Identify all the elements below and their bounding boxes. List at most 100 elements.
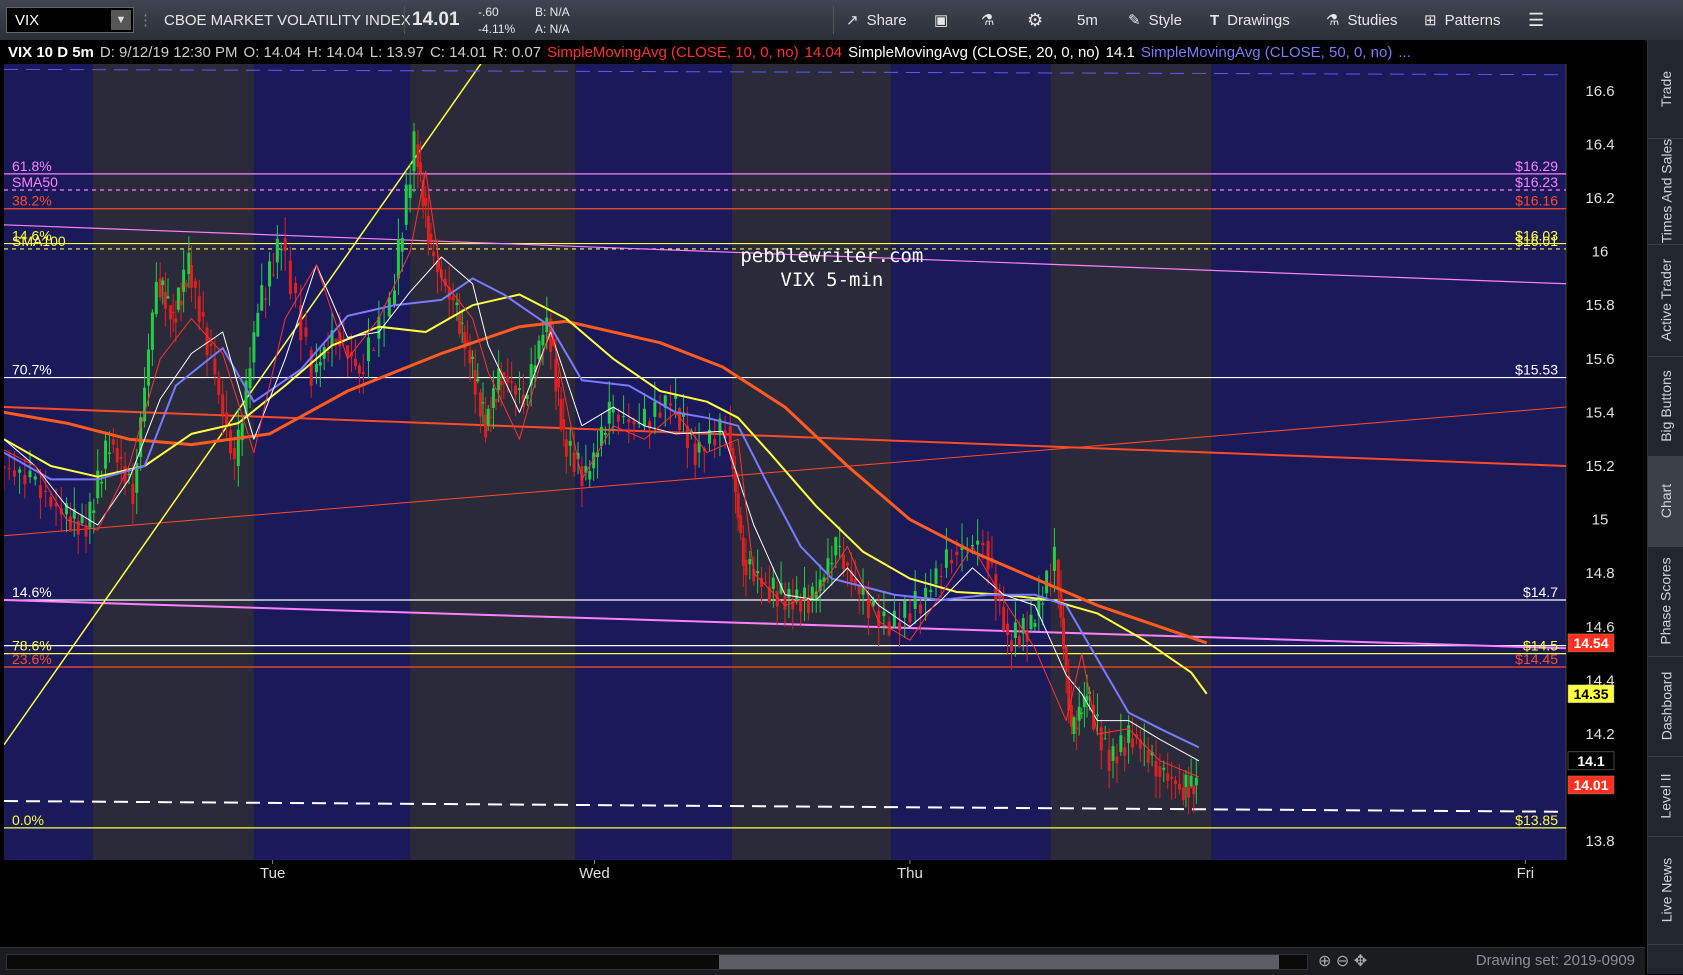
candle-body: [1192, 785, 1196, 795]
watermark-line-2: VIX 5-min: [780, 269, 883, 291]
candle-body: [537, 340, 541, 359]
level-label-right: $13.85: [1515, 812, 1558, 828]
sidebar-tab-label: Level II: [1658, 773, 1675, 819]
y-tick-label: 15.8: [1585, 297, 1614, 314]
symbol-select[interactable]: VIX ▼: [6, 7, 134, 33]
share-button[interactable]: ↗ Share: [846, 0, 907, 40]
candle-body: [1107, 749, 1111, 771]
studies-button[interactable]: ⚗ Studies: [1326, 0, 1398, 40]
bar-low: L: 13.97: [369, 43, 424, 61]
candle-body: [184, 282, 188, 287]
candle-body: [158, 278, 162, 298]
sma20-label[interactable]: SimpleMovingAvg (CLOSE, 20, 0, no): [848, 44, 1100, 61]
sidebar-tab-trade[interactable]: Trade: [1648, 40, 1683, 139]
price-tag-label: 14.01: [1573, 777, 1608, 793]
patterns-icon: ⊞: [1424, 12, 1437, 29]
candle-body: [426, 215, 430, 245]
sidebar-tab-phase-scores[interactable]: Phase Scores: [1648, 546, 1683, 657]
candle-body: [572, 452, 576, 472]
candle-body: [217, 376, 221, 395]
candle-body: [842, 554, 846, 570]
candle-body: [1075, 727, 1079, 730]
candle-body: [934, 568, 938, 584]
timeframe-button[interactable]: 5m: [1077, 0, 1098, 40]
sidebar-tab-live-news[interactable]: Live News: [1648, 836, 1683, 945]
candle-body: [264, 298, 268, 300]
candle-body: [622, 416, 626, 418]
level-label-left: 23.6%: [12, 651, 52, 667]
gear-icon[interactable]: ⚙: [1027, 0, 1043, 40]
y-tick-label: 14.8: [1585, 565, 1614, 582]
candle-body: [787, 589, 791, 598]
sma10-value: 14.04: [804, 43, 843, 61]
candle-body: [471, 356, 475, 359]
sma10-label[interactable]: SimpleMovingAvg (CLOSE, 10, 0, no): [547, 44, 799, 61]
candle-body: [806, 600, 810, 614]
candle-body: [976, 540, 980, 545]
price-chart[interactable]: 61.8% $16.29 SMA50 $16.23 38.2% $16.16 14.6% $1…: [0, 64, 1645, 947]
zoom-tools[interactable]: ⊕ ⊖ ✥: [1318, 951, 1367, 971]
link-icon[interactable]: ⋮: [138, 0, 153, 40]
candle-body: [228, 430, 232, 454]
candle-body: [476, 378, 480, 382]
candle-body: [1103, 738, 1107, 740]
level-label-right: $14.45: [1515, 651, 1558, 667]
chevron-down-icon[interactable]: ▼: [111, 10, 131, 30]
candle-body: [182, 269, 186, 292]
candle-body: [799, 600, 803, 612]
drawing-set-label: Drawing set: 2019-0909: [1475, 952, 1635, 969]
candle-body: [372, 349, 376, 351]
sidebar-tab-dashboard[interactable]: Dashboard: [1648, 656, 1683, 757]
chart-scrollbar[interactable]: [6, 954, 1308, 970]
style-button[interactable]: ✎ Style: [1128, 0, 1182, 40]
candle-body: [739, 515, 743, 534]
sma50-label[interactable]: SimpleMovingAvg (CLOSE, 50, 0, no): [1141, 44, 1393, 61]
candle-body: [451, 296, 455, 301]
candle-body: [12, 470, 16, 477]
sidebar-tab-times-and-sales[interactable]: Times And Sales: [1648, 138, 1683, 245]
y-tick-label: 15: [1592, 512, 1609, 529]
candle-body: [221, 394, 225, 414]
sidebar-tab-label: Dashboard: [1658, 671, 1674, 741]
candle-body: [166, 296, 170, 299]
candle-body: [1064, 646, 1068, 672]
candle-body: [568, 440, 572, 446]
candle-body: [845, 562, 849, 566]
candle-body: [541, 334, 545, 346]
candle-body: [326, 352, 330, 354]
candle-body: [1131, 738, 1135, 748]
candle-body: [741, 537, 745, 566]
sidebar-tab-chart[interactable]: Chart: [1648, 456, 1683, 547]
session-band: [1050, 64, 1212, 860]
candle-body: [460, 322, 464, 324]
text-tool-icon: T: [1210, 11, 1220, 29]
candle-body: [1095, 714, 1099, 717]
candle-body: [146, 349, 150, 386]
candle-body: [432, 251, 436, 257]
sidebar-tab-level-ii[interactable]: Level II: [1648, 756, 1683, 837]
candle-body: [632, 421, 636, 425]
candle-body: [981, 542, 985, 546]
flask-icon[interactable]: ⚗: [981, 0, 994, 40]
candle-body: [419, 162, 423, 174]
patterns-button[interactable]: ⊞ Patterns: [1424, 0, 1500, 40]
candle-body: [1146, 750, 1150, 763]
y-tick-label: 16.6: [1585, 83, 1614, 100]
sidebar-tab-active-trader[interactable]: Active Trader: [1648, 244, 1683, 357]
level-label-right: $16.29: [1515, 158, 1558, 174]
candle-body: [1041, 603, 1045, 605]
candle-body: [68, 516, 72, 532]
candle-body: [1009, 640, 1013, 651]
drawings-button[interactable]: T Drawings: [1210, 0, 1290, 40]
sidebar-tab-label: Times And Sales: [1658, 138, 1674, 244]
snapshot-icon[interactable]: ▣: [934, 0, 948, 40]
candle-body: [736, 492, 740, 518]
scrollbar-thumb[interactable]: [719, 955, 1279, 969]
candle-body: [783, 595, 787, 610]
candle-body: [33, 476, 37, 480]
bar-high: H: 14.04: [307, 43, 364, 61]
menu-icon[interactable]: ☰: [1528, 0, 1544, 40]
candle-body: [92, 510, 96, 513]
candle-body: [88, 501, 92, 528]
sidebar-tab-big-buttons[interactable]: Big Buttons: [1648, 356, 1683, 457]
